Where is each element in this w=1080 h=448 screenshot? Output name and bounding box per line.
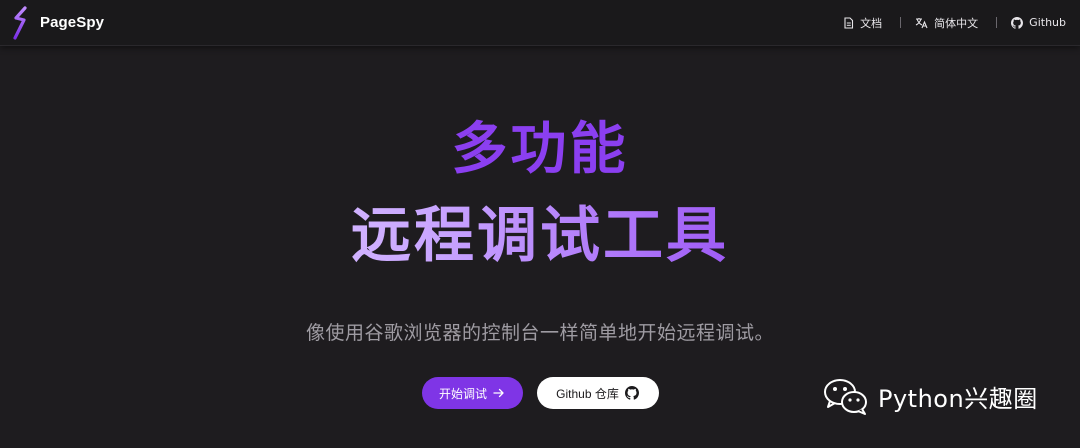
github-repo-button[interactable]: Github 仓库 bbox=[536, 377, 659, 409]
watermark-text: Python兴趣圈 bbox=[878, 384, 1038, 413]
github-repo-label: Github 仓库 bbox=[556, 386, 619, 401]
brand-home-link[interactable]: PageSpy bbox=[10, 5, 104, 41]
hero-title-line1: 多功能 bbox=[451, 117, 629, 182]
nav-divider bbox=[900, 17, 902, 28]
github-icon bbox=[624, 386, 639, 400]
translate-icon bbox=[915, 17, 928, 28]
hero-subtitle: 像使用谷歌浏览器的控制台一样简单地开始远程调试。 bbox=[305, 322, 774, 344]
nav-github-link[interactable]: Github bbox=[1011, 16, 1066, 29]
start-debugging-button[interactable]: 开始调试 bbox=[421, 377, 523, 409]
nav-language-switch[interactable]: 简体中文 bbox=[915, 15, 978, 31]
nav-github-label: Github bbox=[1029, 16, 1066, 29]
top-navbar: PageSpy 文档 简体中文 Github bbox=[0, 0, 1080, 46]
start-debugging-label: 开始调试 bbox=[438, 386, 487, 401]
pagespy-logo-icon bbox=[13, 5, 27, 40]
nav-language-label: 简体中文 bbox=[934, 16, 979, 30]
brand-name: PageSpy bbox=[40, 14, 105, 31]
wechat-icon bbox=[824, 379, 867, 415]
document-icon bbox=[844, 16, 854, 29]
nav-links: 文档 简体中文 Github bbox=[843, 15, 1066, 31]
wechat-watermark: Python兴趣圈 bbox=[822, 376, 1038, 416]
github-icon bbox=[1011, 16, 1024, 29]
hero-title-line2: 远程调试工具 bbox=[0, 202, 1080, 270]
nav-docs-label: 文档 bbox=[860, 16, 883, 30]
nav-divider bbox=[996, 17, 998, 28]
nav-docs-link[interactable]: 文档 bbox=[843, 15, 882, 31]
hero-section: 多功能 远程调试工具 像使用谷歌浏览器的控制台一样简单地开始远程调试。 开始调试… bbox=[0, 46, 1080, 448]
arrow-right-icon bbox=[493, 388, 504, 398]
